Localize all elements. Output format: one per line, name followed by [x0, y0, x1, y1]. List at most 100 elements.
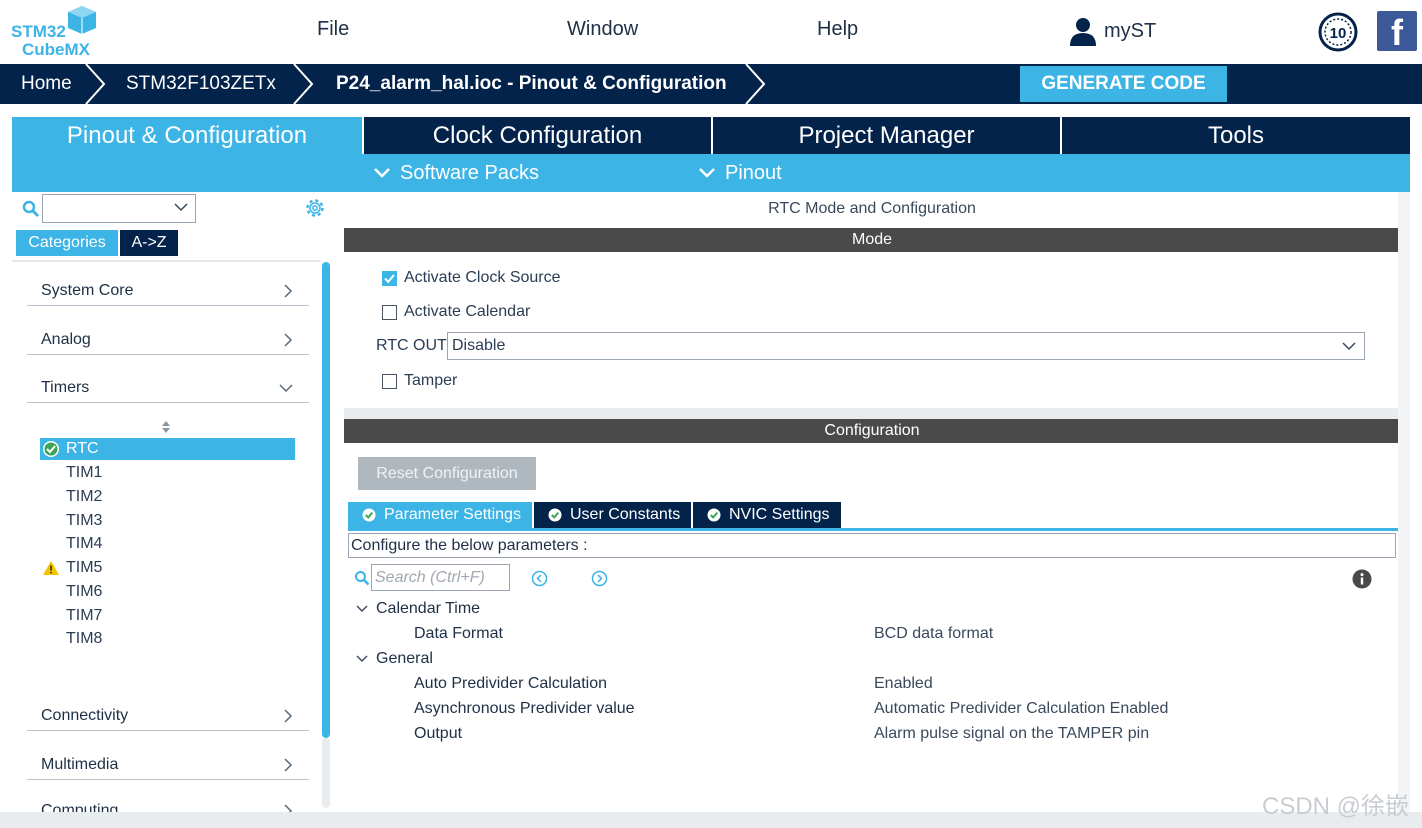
tab-clock-configuration[interactable]: Clock Configuration [364, 117, 711, 154]
param-data-format-value[interactable]: BCD data format [874, 625, 993, 643]
category-label: Computing [41, 802, 119, 812]
activate-calendar-checkbox[interactable]: Activate Calendar [382, 301, 530, 323]
user-icon [1070, 18, 1096, 46]
chevron-right-icon [284, 284, 293, 298]
chevron-down-icon[interactable] [174, 202, 188, 212]
list-item-label: TIM3 [66, 512, 103, 529]
param-output-value[interactable]: Alarm pulse signal on the TAMPER pin [874, 725, 1149, 743]
category-scrollbar-track[interactable] [322, 738, 330, 808]
list-item-tim2[interactable]: TIM2 [40, 486, 295, 508]
breadcrumb-mcu[interactable]: STM32F103ZETx [126, 64, 276, 104]
tab-label: User Constants [570, 506, 681, 523]
list-item-tim1[interactable]: TIM1 [40, 462, 295, 484]
reset-configuration-button[interactable]: Reset Configuration [358, 457, 536, 490]
category-label: Connectivity [41, 707, 129, 724]
checkbox-label: Activate Clock Source [404, 269, 561, 286]
menu-window[interactable]: Window [567, 18, 638, 41]
facebook-icon[interactable]: f [1377, 11, 1417, 51]
tab-underline [348, 528, 1400, 531]
category-timers[interactable]: Timers [27, 373, 309, 403]
check-circle-icon [43, 441, 59, 457]
param-auto-predivider-value[interactable]: Enabled [874, 675, 933, 693]
software-packs-menu[interactable]: Software Packs [374, 154, 539, 192]
sort-icon[interactable] [160, 420, 172, 434]
panel-splitter[interactable] [344, 408, 1400, 419]
myst-account-button[interactable]: myST [1068, 16, 1156, 46]
param-async-predivider-value[interactable]: Automatic Predivider Calculation Enabled [874, 700, 1168, 718]
list-item-tim5[interactable]: TIM5 [40, 557, 295, 579]
category-scrollbar[interactable] [322, 262, 330, 738]
list-item-label: TIM8 [66, 630, 103, 647]
category-computing[interactable]: Computing [27, 796, 309, 812]
parameter-search-input[interactable]: Search (Ctrl+F) [371, 564, 510, 591]
list-item-rtc[interactable]: RTC [40, 438, 295, 460]
group-general[interactable]: General [356, 650, 433, 668]
category-search-combobox[interactable] [42, 194, 196, 223]
rtc-mode-configuration-panel: RTC Mode and Configuration Mode Activate… [344, 192, 1400, 812]
tab-project-manager[interactable]: Project Manager [713, 117, 1060, 154]
list-item-tim3[interactable]: TIM3 [40, 510, 295, 532]
group-calendar-time[interactable]: Calendar Time [356, 600, 480, 618]
rtc-out-value: Disable [452, 337, 506, 354]
group-label: Calendar Time [376, 600, 481, 617]
chevron-down-icon [279, 384, 293, 393]
tab-categories[interactable]: Categories [16, 230, 118, 256]
breadcrumb-project[interactable]: P24_alarm_hal.ioc - Pinout & Configurati… [336, 64, 727, 104]
search-icon [22, 200, 40, 218]
tab-tools[interactable]: Tools [1062, 117, 1410, 154]
activate-clock-source-checkbox[interactable]: Activate Clock Source [382, 267, 561, 289]
category-system-core[interactable]: System Core [27, 276, 309, 306]
tab-label: Parameter Settings [384, 506, 521, 523]
list-item-label: TIM7 [66, 607, 103, 624]
check-circle-icon [707, 508, 721, 522]
tab-user-constants[interactable]: User Constants [534, 502, 691, 528]
next-match-icon[interactable] [591, 570, 608, 587]
chevron-right-icon [284, 709, 293, 723]
param-async-predivider-name: Asynchronous Predivider value [414, 700, 635, 717]
menu-help[interactable]: Help [817, 18, 858, 41]
list-item-label: TIM1 [66, 464, 103, 481]
checkbox-label: Activate Calendar [404, 303, 531, 320]
param-auto-predivider-name: Auto Predivider Calculation [414, 675, 607, 692]
main-tabs: Pinout & Configuration Clock Configurati… [12, 117, 1410, 154]
list-item-label: RTC [66, 440, 99, 457]
list-item-tim4[interactable]: TIM4 [40, 533, 295, 555]
configure-description: Configure the below parameters : [348, 533, 1396, 558]
breadcrumb-separator-icon [745, 64, 766, 104]
tab-a-z[interactable]: A->Z [120, 230, 178, 256]
chevron-down-icon [374, 168, 390, 178]
group-label: General [376, 650, 433, 667]
category-analog[interactable]: Analog [27, 325, 309, 355]
panel-scrollbar[interactable] [1398, 192, 1410, 812]
previous-match-icon[interactable] [531, 570, 548, 587]
list-item-tim8[interactable]: TIM8 [40, 628, 295, 650]
list-item-tim7[interactable]: TIM7 [40, 605, 295, 627]
check-circle-icon [548, 508, 562, 522]
gear-icon[interactable] [304, 197, 326, 219]
breadcrumb-home[interactable]: Home [21, 64, 72, 104]
menu-file[interactable]: File [317, 18, 349, 41]
tab-nvic-settings[interactable]: NVIC Settings [693, 502, 841, 528]
tab-pinout-configuration[interactable]: Pinout & Configuration [12, 117, 362, 154]
svg-text:STM32: STM32 [11, 22, 66, 41]
param-output-name: Output [414, 725, 463, 742]
warning-icon [43, 561, 59, 575]
chevron-down-icon [699, 168, 715, 178]
category-connectivity[interactable]: Connectivity [27, 701, 309, 731]
chevron-right-icon [284, 333, 293, 347]
configuration-header: Configuration [344, 419, 1400, 443]
rtc-out-select[interactable]: Disable [447, 332, 1365, 360]
anniversary-badge-icon[interactable]: 10 [1318, 12, 1358, 52]
chevron-right-icon [284, 758, 293, 772]
tab-parameter-settings[interactable]: Parameter Settings [348, 502, 532, 528]
list-item-label: TIM6 [66, 583, 103, 600]
rtc-out-label: RTC OUT [376, 337, 447, 354]
pinout-menu[interactable]: Pinout [699, 154, 782, 192]
tamper-checkbox[interactable]: Tamper [382, 370, 457, 392]
list-item-tim6[interactable]: TIM6 [40, 581, 295, 603]
info-icon[interactable] [1352, 569, 1372, 589]
watermark: CSDN @徐嵌 [1262, 793, 1410, 820]
category-multimedia[interactable]: Multimedia [27, 750, 309, 780]
generate-code-button[interactable]: GENERATE CODE [1020, 66, 1227, 102]
mode-header: Mode [344, 228, 1400, 252]
